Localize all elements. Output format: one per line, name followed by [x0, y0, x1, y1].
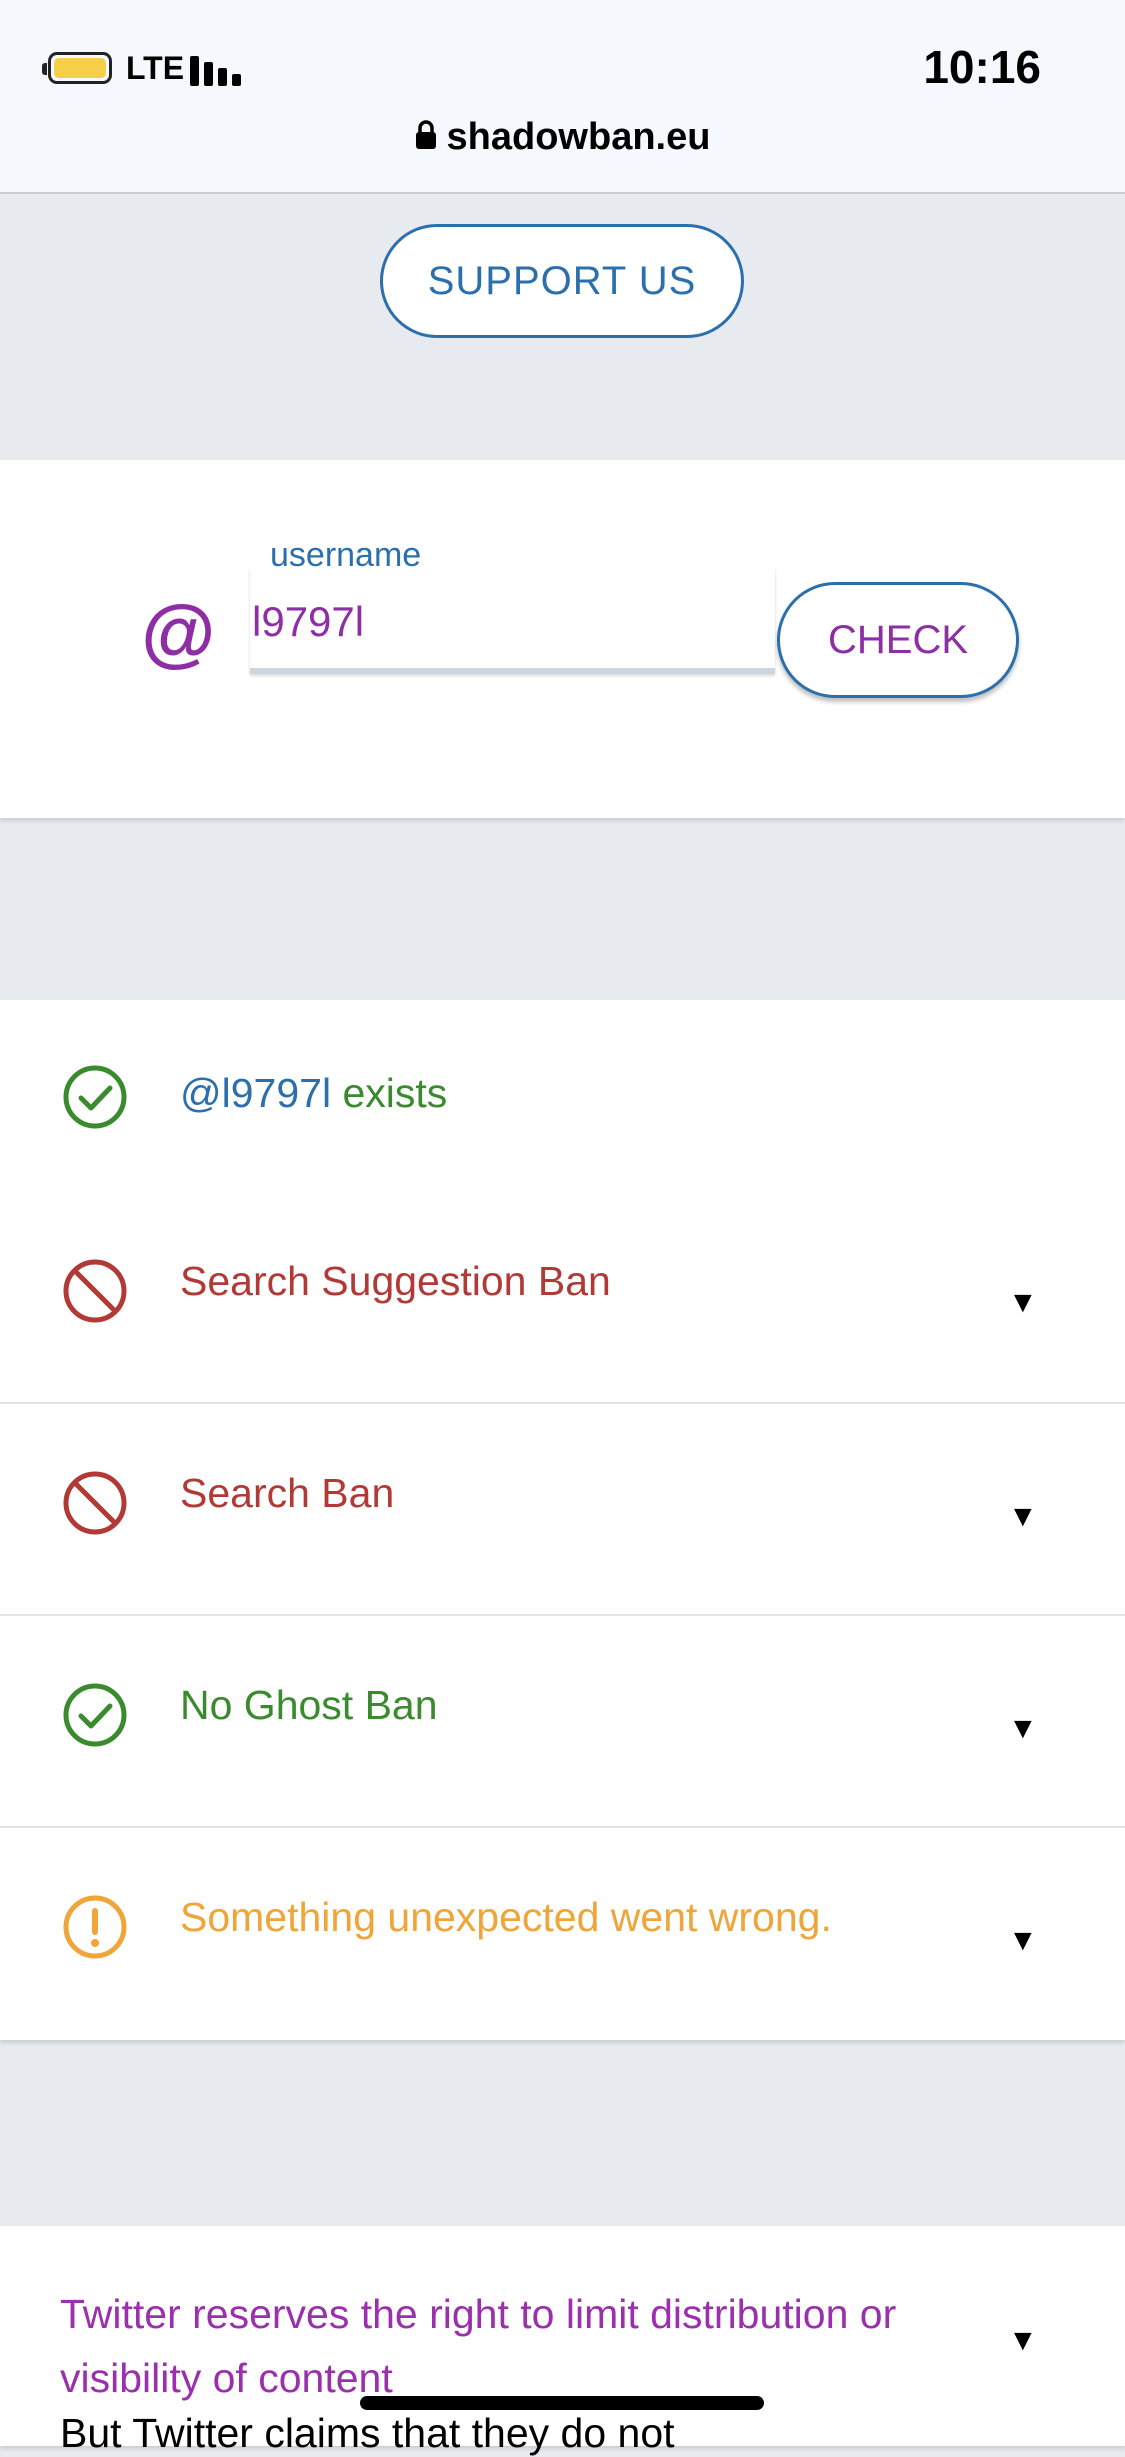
- username-card: @ username CHECK: [0, 460, 1125, 818]
- username-input[interactable]: [250, 568, 775, 674]
- result-row-exists: @l9797l exists: [0, 1000, 1125, 1190]
- result-row-search-ban[interactable]: Search Ban ▼: [0, 1402, 1125, 1616]
- ban-icon: [63, 1471, 127, 1535]
- support-us-button[interactable]: SUPPORT US: [380, 224, 744, 338]
- lock-icon: [415, 120, 436, 149]
- home-indicator[interactable]: [360, 2396, 764, 2410]
- url-text: shadowban.eu: [446, 116, 711, 158]
- expand-arrow-icon[interactable]: ▼: [1008, 1286, 1038, 1320]
- expand-arrow-icon[interactable]: ▼: [1008, 2324, 1038, 2358]
- result-row-error[interactable]: Something unexpected went wrong. ▼: [0, 1826, 1125, 2040]
- info-subtext: But Twitter claims that they do not: [60, 2410, 675, 2456]
- handle-link[interactable]: @l9797l: [180, 1070, 331, 1116]
- result-row-ghost-ban[interactable]: No Ghost Ban ▼: [0, 1614, 1125, 1828]
- signal-icon: [190, 52, 250, 86]
- check-button[interactable]: CHECK: [777, 582, 1019, 698]
- expand-arrow-icon[interactable]: ▼: [1008, 1712, 1038, 1746]
- result-label: Search Suggestion Ban: [180, 1258, 611, 1304]
- ban-icon: [63, 1259, 127, 1323]
- expand-arrow-icon[interactable]: ▼: [1008, 1500, 1038, 1534]
- result-label: Something unexpected went wrong.: [180, 1894, 832, 1940]
- battery-icon: [42, 52, 112, 84]
- check-circle-icon: [63, 1683, 127, 1747]
- info-heading: Twitter reserves the right to limit dist…: [60, 2291, 897, 2401]
- carrier-label: LTE: [126, 50, 185, 86]
- result-label: Search Ban: [180, 1470, 395, 1516]
- results-card: @l9797l exists Search Suggestion Ban ▼ S…: [0, 1000, 1125, 2040]
- at-icon: @: [140, 591, 215, 676]
- result-label: No Ghost Ban: [180, 1682, 438, 1728]
- browser-top-bar: LTE 10:16 shadowban.eu: [0, 0, 1125, 194]
- check-circle-icon: [63, 1065, 127, 1129]
- address-bar[interactable]: shadowban.eu: [0, 116, 1125, 159]
- clock: 10:16: [923, 41, 1041, 93]
- expand-arrow-icon[interactable]: ▼: [1008, 1924, 1038, 1958]
- warning-icon: [63, 1895, 127, 1959]
- result-row-search-suggestion-ban[interactable]: Search Suggestion Ban ▼: [0, 1190, 1125, 1402]
- exists-suffix: exists: [331, 1070, 448, 1116]
- info-card[interactable]: Twitter reserves the right to limit dist…: [0, 2226, 1125, 2456]
- result-label-exists: @l9797l exists: [180, 1070, 447, 1117]
